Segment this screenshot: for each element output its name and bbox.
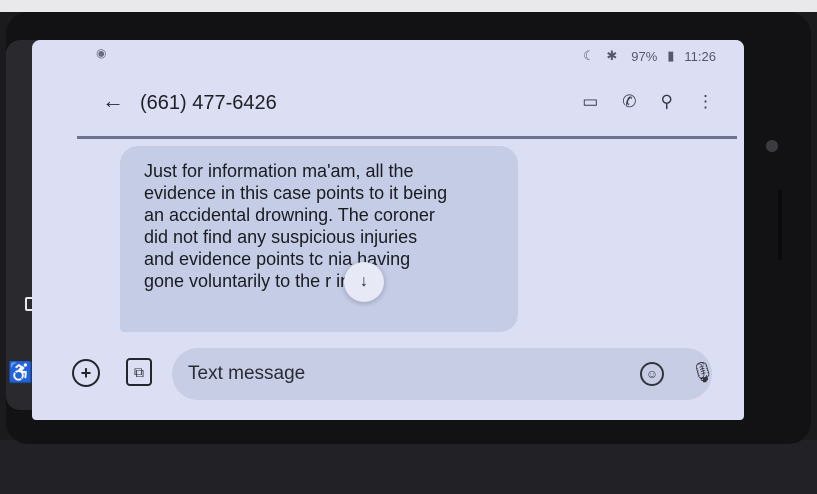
battery-percent: 97% [631,48,658,64]
status-right: ☾ ✱ 97% ▮ 11:26 [583,48,716,64]
text-message-input[interactable]: Text message ☺ 🎙 [172,348,715,400]
back-arrow-icon[interactable]: ← [102,88,124,114]
message-line: an accidental drowning. The coroner [144,205,435,225]
clock: 11:26 [684,48,716,64]
compose-bar: + ⧉ Text message ☺ 🎙 [32,340,744,410]
more-icon[interactable]: ⋮ [697,92,714,112]
search-icon[interactable]: ⚲ [661,92,673,112]
contact-title: (661) 477-6426 [140,92,277,114]
message-bubble[interactable]: Just for information ma'am, all the evid… [120,146,518,332]
side-button [778,190,782,260]
app-actions: ▭ ✆ ⚲ ⋮ [582,92,714,112]
status-icons: ☾ ✱ [583,48,622,63]
photo-background [0,0,817,12]
phone-icon[interactable]: ✆ [622,92,636,112]
video-call-icon[interactable]: ▭ [582,92,598,112]
accessibility-icon[interactable]: ♿ [8,360,33,385]
microphone-icon[interactable]: 🎙 [690,360,715,385]
add-attachment-button[interactable]: + [72,359,100,387]
front-camera [766,140,778,152]
message-line: did not find any suspicious injuries [144,227,418,247]
message-line: Just for information ma'am, all the [144,161,414,181]
table-surface [0,440,817,494]
header-divider [77,136,737,139]
wifi-icon: ◉ [96,46,107,60]
compose-placeholder: Text message [188,363,306,384]
battery-icon: ▮ [667,48,675,63]
emoji-icon[interactable]: ☺ [640,362,664,386]
status-bar: ◉ ☾ ✱ 97% ▮ 11:26 [32,40,744,66]
message-line: evidence in this case points to it being [144,183,448,203]
screen: ◉ ☾ ✱ 97% ▮ 11:26 ← (661) 477-6426 ▭ ✆ ⚲… [32,40,744,420]
gallery-button[interactable]: ⧉ [126,358,152,386]
scroll-down-button[interactable]: ↓ [344,262,384,302]
app-bar: ← (661) 477-6426 ▭ ✆ ⚲ ⋮ [32,70,744,134]
message-text: Just for information ma'am, all the evid… [144,160,504,292]
